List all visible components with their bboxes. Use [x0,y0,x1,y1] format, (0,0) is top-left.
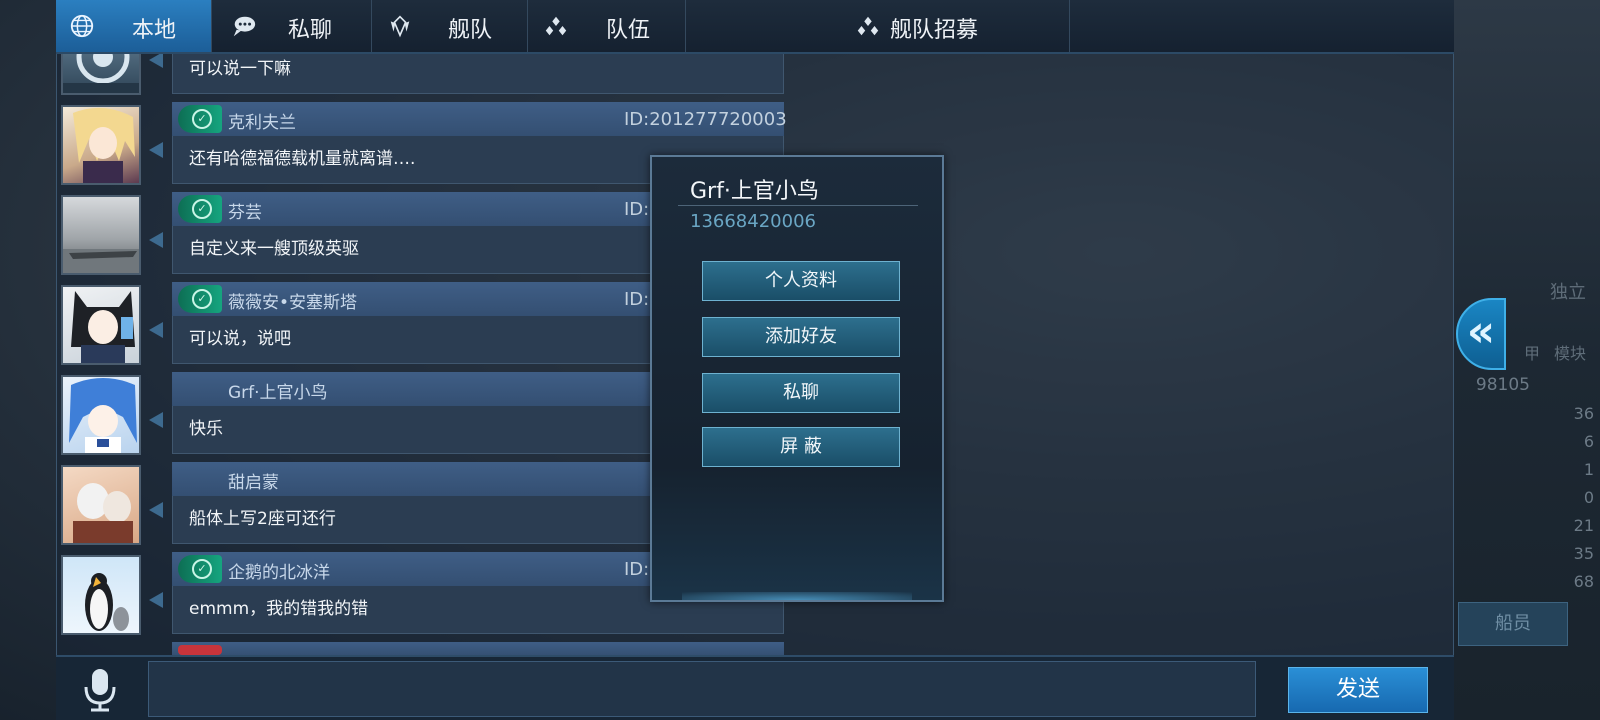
message-header [172,642,784,655]
player-action-popup: Grf·上官小鸟 13668420006 个人资料 添加好友 私聊 屏 蔽 [650,155,944,602]
team-dots-icon [545,16,567,36]
profile-button[interactable]: 个人资料 [702,261,900,301]
strip-stat-5: 21 [1573,516,1594,535]
chat-message[interactable]: 可以说一下嘛 [56,54,786,102]
strip-stat-7: 68 [1573,572,1594,591]
fleet-badge: ✓ [178,555,222,583]
chat-message[interactable] [56,642,786,655]
message-text: emmm，我的错我的错 [189,599,369,619]
message-text: 快乐 [189,419,223,439]
chat-tab-bar: 本地 私聊 舰队 队伍 舰队招募 [56,0,1454,54]
bubble-pointer [149,502,163,518]
emblem-icon: ✓ [192,109,212,129]
bubble-pointer [149,412,163,428]
strip-stat-4: 0 [1583,488,1594,507]
sender-name[interactable]: 甜启蒙 [228,468,279,493]
avatar[interactable] [61,195,141,275]
globe-icon [70,14,94,38]
sender-name[interactable]: 芬芸 [228,198,262,223]
tab-private-chat[interactable]: 私聊 [212,0,372,52]
strip-code: 98105 [1475,375,1530,395]
message-text: 可以说，说吧 [189,329,291,349]
strip-label-top: 独立 [1550,282,1586,303]
avatar[interactable] [61,465,141,545]
voice-button[interactable] [80,667,120,713]
block-button[interactable]: 屏 蔽 [702,427,900,467]
tab-fleet-recruit-label: 舰队招募 [890,18,979,43]
chat-input[interactable] [148,661,1256,717]
strip-label-b: 模块 [1554,344,1587,363]
sender-name[interactable]: 克利夫兰 [228,108,296,133]
bubble-pointer [149,54,163,68]
crew-button[interactable]: 船员 [1458,602,1568,646]
double-chevron-left-icon: « [1466,306,1496,357]
tab-private-chat-label: 私聊 [288,18,333,43]
microphone-icon [84,669,116,712]
tab-team[interactable]: 队伍 [528,0,686,52]
chat-bubble-icon [233,16,256,37]
chat-input-bar: 发送 [56,655,1454,720]
bubble-pointer [149,592,163,608]
avatar[interactable] [61,105,141,185]
fleet-badge: ✓ [178,105,222,133]
avatar[interactable] [61,555,141,635]
tab-fleet[interactable]: 舰队 [372,0,528,52]
emblem-icon: ✓ [192,559,212,579]
bubble-pointer [149,322,163,338]
strip-label-a: 甲 [1524,344,1541,363]
fleet-badge: ✓ [178,195,222,223]
add-friend-button[interactable]: 添加好友 [702,317,900,357]
team-dots-icon [857,16,879,36]
sender-name[interactable]: Grf·上官小鸟 [228,378,328,403]
tab-fleet-recruit[interactable]: 舰队招募 [686,0,1070,52]
fleet-badge [178,645,222,655]
popup-glow [682,592,912,600]
popup-player-id: 13668420006 [690,211,816,232]
emblem-icon: ✓ [192,199,212,219]
strip-stat-3: 1 [1583,460,1594,479]
tab-local[interactable]: 本地 [56,0,212,52]
message-text: 还有哈德福德载机量就离谱…. [189,149,416,169]
strip-stat-6: 35 [1573,544,1594,563]
send-button[interactable]: 发送 [1288,667,1428,713]
bubble-pointer [149,142,163,158]
message-body: 可以说一下嘛 [172,54,784,94]
emblem-icon: ✓ [192,289,212,309]
fleet-emblem-icon [390,15,410,38]
message-header: ✓ 克利夫兰 ID:201277720003 [172,102,786,136]
fleet-badge: ✓ [178,285,222,313]
popup-player-name: Grf·上官小鸟 [690,179,819,204]
message-text: 船体上写2座可还行 [189,509,336,529]
private-chat-button[interactable]: 私聊 [702,373,900,413]
avatar[interactable] [61,375,141,455]
sender-name[interactable]: 企鹅的北冰洋 [228,558,330,583]
bubble-pointer [149,232,163,248]
strip-stat-1: 36 [1573,404,1594,423]
sender-name[interactable]: 薇薇安•安塞斯塔 [228,288,357,313]
avatar[interactable] [61,54,141,95]
tab-fleet-label: 舰队 [448,18,493,43]
popup-divider [678,205,918,206]
message-text: 可以说一下嘛 [189,59,291,79]
strip-stat-2: 6 [1583,432,1594,451]
tab-team-label: 队伍 [606,18,651,43]
tab-local-label: 本地 [132,18,177,43]
avatar[interactable] [61,285,141,365]
message-text: 自定义来一艘顶级英驱 [189,239,359,259]
sender-id: ID:201277720003 [624,109,786,130]
